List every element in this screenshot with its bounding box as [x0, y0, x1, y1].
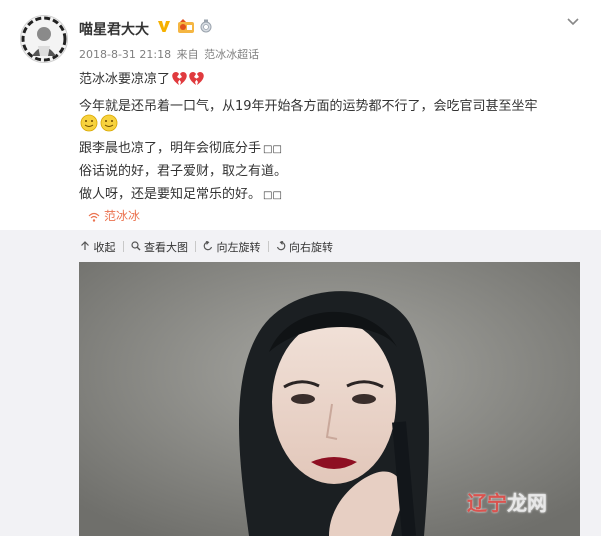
media-toolbar: 收起 查看大图 向左旋转 向右旋转	[80, 239, 333, 255]
rotate-right-label: 向右旋转	[289, 241, 333, 254]
author-name[interactable]: 喵星君大大	[79, 19, 149, 39]
location-wifi-icon	[88, 212, 100, 222]
divider	[195, 241, 196, 252]
watermark-red: 辽宁	[467, 491, 507, 515]
verified-v-icon	[158, 21, 170, 32]
post-text-6: 做人呀，还是要知足常乐的好。	[79, 187, 262, 202]
divider	[122, 241, 124, 252]
post-time[interactable]: 2018-8-31 21:18	[79, 48, 171, 61]
collapse-button[interactable]: 收起	[80, 239, 116, 255]
topic-label[interactable]: 范冰冰	[104, 209, 140, 223]
level-badge-icon	[178, 19, 194, 33]
rotate-left-icon	[203, 240, 213, 251]
post-text-line-6: 做人呀，还是要知足常乐的好。 □□	[79, 183, 282, 202]
search-icon	[130, 241, 140, 251]
rotate-left-label: 向左旋转	[216, 241, 261, 254]
missing-glyph-icon: □□	[263, 144, 282, 155]
post-text-line-1: 范冰冰要凉凉了	[79, 68, 205, 90]
arrow-up-icon	[81, 241, 89, 250]
medal-icon	[200, 19, 212, 33]
post-meta: 2018-8-31 21:18 来自 范冰冰超话	[79, 46, 261, 62]
view-large-label: 查看大图	[144, 241, 188, 254]
post-source[interactable]: 范冰冰超话	[204, 48, 259, 61]
rotate-left-button[interactable]: 向左旋转	[203, 239, 261, 255]
post-text-line-5: 俗话说的好，君子爱财，取之有道。	[79, 164, 288, 179]
collapse-label: 收起	[93, 241, 116, 254]
post-text-line-2: 今年就是还吊着一口气，从19年开始各方面的运势都不行了，会吃官司甚至坐牢	[79, 99, 538, 114]
broken-heart-icon	[171, 71, 205, 90]
post-text-1: 范冰冰要凉凉了	[79, 72, 171, 87]
watermark: 辽宁龙网	[467, 487, 547, 516]
post-text-line-4: 跟李晨也凉了，明年会彻底分手 □□	[79, 137, 282, 156]
rotate-right-icon	[276, 240, 285, 251]
divider	[267, 241, 269, 252]
view-large-button[interactable]: 查看大图	[130, 239, 188, 255]
rotate-right-button[interactable]: 向右旋转	[276, 239, 333, 255]
smiley-emoji-icon	[80, 114, 120, 136]
source-prefix: 来自	[176, 48, 199, 61]
post-text-4: 跟李晨也凉了，明年会彻底分手	[79, 141, 262, 156]
avatar[interactable]	[20, 15, 68, 63]
watermark-white: 龙网	[507, 491, 547, 515]
weibo-post: 喵星君大大 2018-8-31 21:18 来自 范冰冰超话 范冰冰要凉凉了 今…	[0, 0, 601, 536]
chevron-down-icon[interactable]	[566, 17, 580, 27]
topic-link[interactable]: 范冰冰	[88, 207, 140, 224]
missing-glyph-icon: □□	[263, 190, 282, 201]
